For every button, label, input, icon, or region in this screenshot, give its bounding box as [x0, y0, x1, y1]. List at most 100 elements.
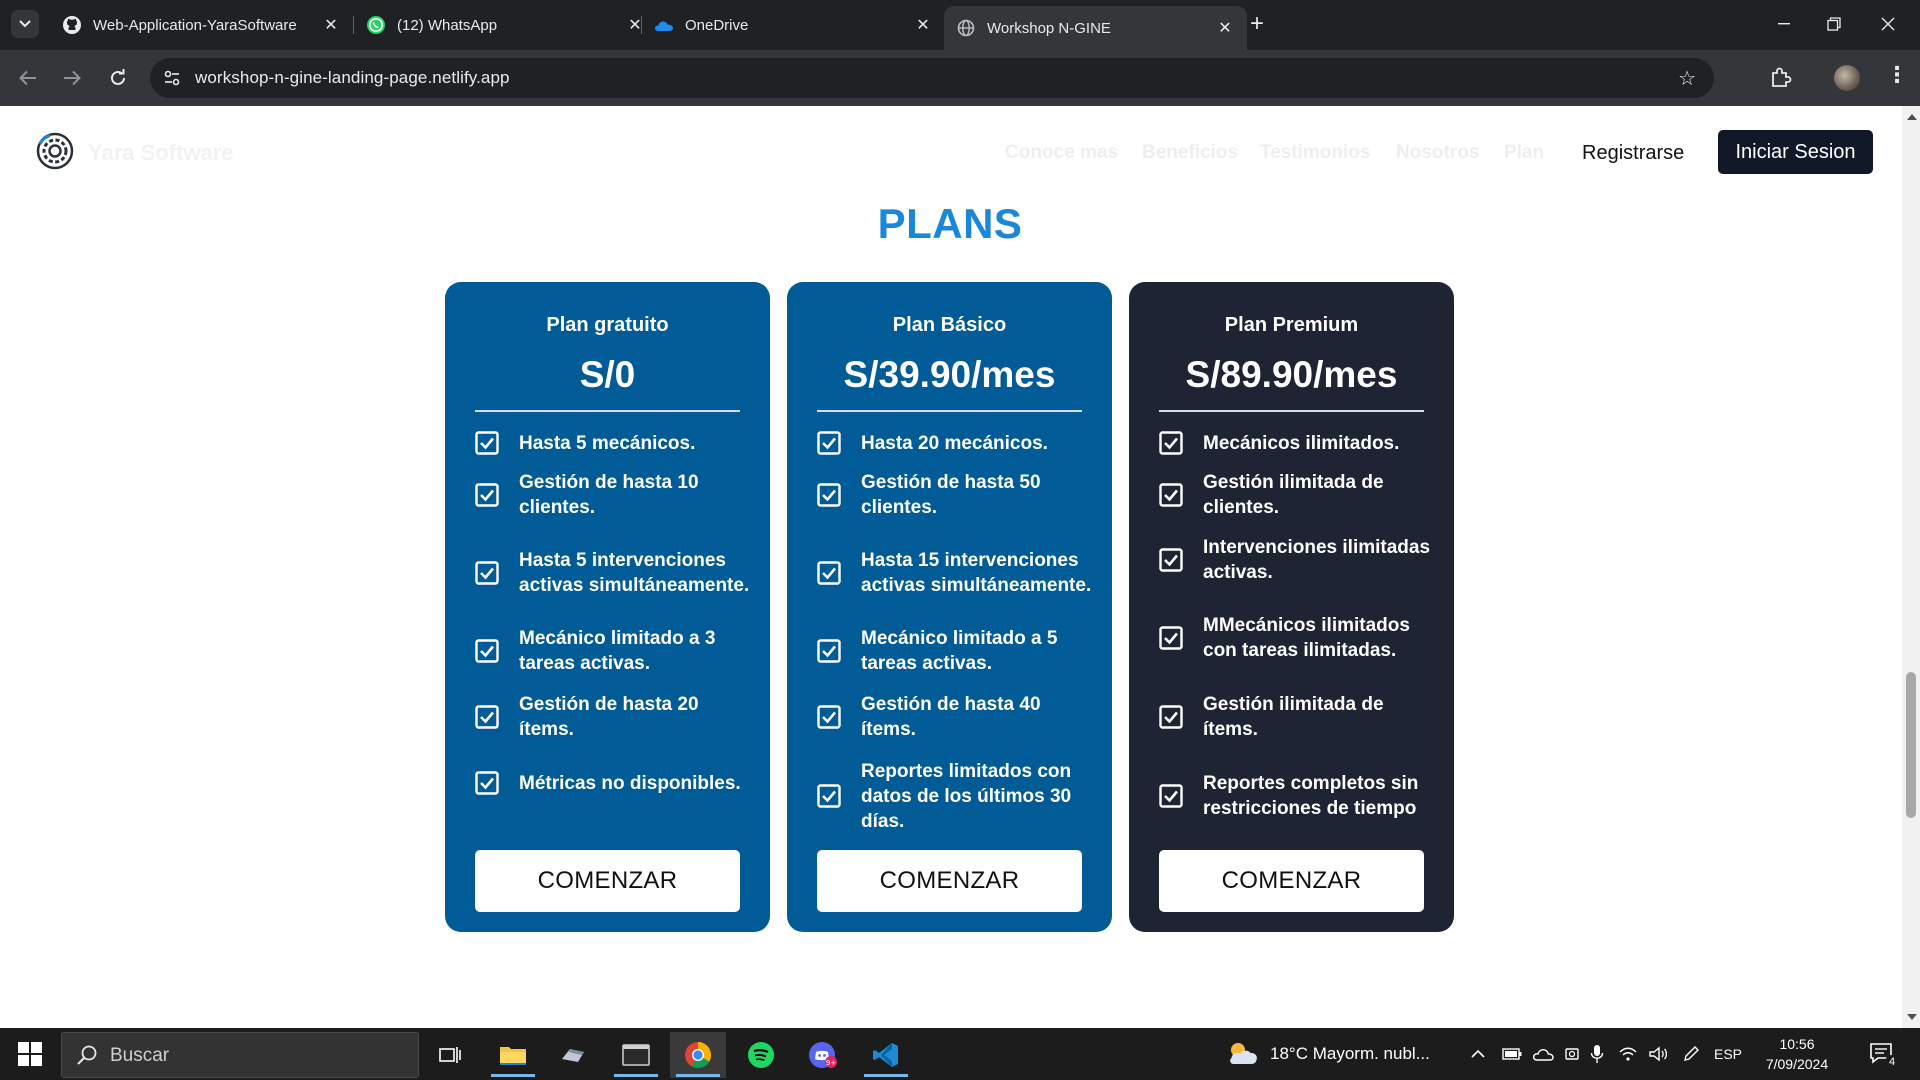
- taskbar-clock[interactable]: 10:56 7/09/2024: [1760, 1034, 1834, 1074]
- plan-card-basico: Plan Básico S/39.90/mes Hasta 20 mecánic…: [787, 282, 1112, 932]
- app-icon[interactable]: [545, 1032, 601, 1078]
- close-icon[interactable]: ✕: [1215, 18, 1235, 38]
- scroll-down-arrow-icon[interactable]: [1907, 1014, 1917, 1020]
- chrome-icon[interactable]: [670, 1032, 726, 1078]
- onedrive-tray-icon[interactable]: [1532, 1046, 1554, 1062]
- search-placeholder: Buscar: [110, 1045, 170, 1066]
- checkbox-checked-icon: [1159, 431, 1183, 455]
- volume-icon[interactable]: [1648, 1046, 1668, 1062]
- wifi-icon[interactable]: [1618, 1046, 1638, 1062]
- notification-center-button[interactable]: 4: [1869, 1042, 1899, 1069]
- nav-link-testimonios[interactable]: Testimonios: [1260, 142, 1371, 164]
- checkbox-checked-icon: [817, 639, 841, 663]
- plan-card-gratuito: Plan gratuito S/0 Hasta 5 mecánicos. Ges…: [445, 282, 770, 932]
- checkbox-checked-icon: [1159, 626, 1183, 650]
- checkbox-checked-icon: [817, 561, 841, 585]
- search-icon: [77, 1045, 97, 1065]
- reload-button[interactable]: [102, 62, 134, 94]
- scroll-up-arrow-icon[interactable]: [1907, 114, 1917, 120]
- feature-text: Hasta 5 mecánicos.: [519, 432, 696, 454]
- tab-whatsapp[interactable]: (12) WhatsApp ✕: [354, 7, 657, 43]
- minimize-button[interactable]: [1756, 0, 1812, 48]
- browser-toolbar: workshop-n-gine-landing-page.netlify.app…: [0, 50, 1920, 106]
- tab-search-button[interactable]: [11, 10, 39, 38]
- battery-icon[interactable]: [1502, 1047, 1522, 1061]
- taskbar-search-box[interactable]: Buscar: [61, 1032, 419, 1078]
- nav-link-beneficios[interactable]: Beneficios: [1142, 142, 1238, 164]
- language-indicator[interactable]: ESP: [1714, 1046, 1742, 1062]
- terminal-icon[interactable]: [608, 1032, 664, 1078]
- reload-icon: [111, 69, 125, 85]
- plan-price: S/39.90/mes: [843, 354, 1056, 395]
- close-icon[interactable]: ✕: [321, 15, 341, 35]
- windows-start-icon[interactable]: [18, 1042, 42, 1066]
- feature-item: Mecánico limitado a 3 tareas activas.: [475, 626, 752, 676]
- page-viewport: Yara Software Conoce mas Beneficios Test…: [0, 106, 1920, 1028]
- feature-text: Gestión de hasta 10 clientes.: [519, 472, 699, 518]
- discord-icon[interactable]: 9+: [795, 1032, 851, 1078]
- feature-item: Intervenciones ilimitadas activas.: [1159, 535, 1436, 585]
- plan-card-premium: Plan Premium S/89.90/mes Mecánicos ilimi…: [1129, 282, 1454, 932]
- feature-text: Reportes limitados con datos de los últi…: [861, 760, 1072, 832]
- forward-button[interactable]: [56, 62, 88, 94]
- active-indicator: [491, 1074, 535, 1077]
- comenzar-button[interactable]: COMENZAR: [817, 850, 1082, 912]
- weather-widget[interactable]: 18°C Mayorm. nubl...: [1226, 1028, 1430, 1080]
- yara-logo-icon[interactable]: [36, 132, 74, 170]
- menu-kebab-icon[interactable]: ⋮: [1886, 62, 1908, 88]
- feature-item: Gestión de hasta 10 clientes.: [475, 470, 752, 520]
- checkbox-checked-icon: [1159, 483, 1183, 507]
- nav-link-conoce-mas[interactable]: Conoce mas: [1005, 142, 1118, 164]
- tab-onedrive[interactable]: OneDrive ✕: [642, 7, 945, 43]
- chevron-up-icon[interactable]: [1470, 1048, 1486, 1060]
- scroll-thumb[interactable]: [1906, 672, 1916, 818]
- github-icon: [62, 15, 82, 35]
- close-window-button[interactable]: [1860, 0, 1916, 48]
- feature-item: Gestión de hasta 40 ítems.: [817, 692, 1094, 742]
- register-button[interactable]: Registrarse: [1582, 142, 1684, 165]
- plan-name: Plan Básico: [892, 314, 1007, 336]
- checkbox-checked-icon: [1159, 705, 1183, 729]
- feature-text: Mecánico limitado a 5 tareas activas.: [861, 628, 1058, 674]
- site-brand-name[interactable]: Yara Software: [88, 140, 234, 166]
- checkbox-checked-icon: [475, 561, 499, 585]
- close-icon[interactable]: ✕: [913, 15, 933, 35]
- feature-item: Métricas no disponibles.: [475, 758, 752, 808]
- file-explorer-icon[interactable]: [485, 1032, 541, 1078]
- checkbox-checked-icon: [475, 483, 499, 507]
- feature-item: Hasta 20 mecánicos.: [817, 428, 1094, 458]
- new-tab-button[interactable]: +: [1244, 12, 1270, 38]
- restore-button[interactable]: [1806, 0, 1862, 48]
- feature-item: Gestión ilimitada de clientes.: [1159, 470, 1436, 520]
- address-bar[interactable]: workshop-n-gine-landing-page.netlify.app…: [150, 58, 1714, 98]
- feature-item: Reportes completos sin restricciones de …: [1159, 758, 1436, 834]
- checkbox-checked-icon: [475, 431, 499, 455]
- bookmark-star-icon[interactable]: ☆: [1678, 66, 1696, 91]
- task-view-icon[interactable]: [422, 1032, 478, 1078]
- active-indicator: [614, 1074, 658, 1077]
- extensions-icon[interactable]: [1767, 64, 1795, 92]
- clock-date: 7/09/2024: [1765, 1056, 1829, 1072]
- nav-link-nosotros[interactable]: Nosotros: [1396, 142, 1479, 164]
- site-info-icon[interactable]: [162, 68, 182, 88]
- pen-icon[interactable]: [1682, 1045, 1700, 1063]
- microphone-icon[interactable]: [1590, 1044, 1604, 1064]
- divider: [475, 410, 740, 412]
- back-button[interactable]: [12, 62, 44, 94]
- nav-link-plan[interactable]: Plan: [1504, 142, 1544, 164]
- page-scrollbar[interactable]: [1902, 106, 1920, 1028]
- plan-name: Plan gratuito: [546, 314, 669, 336]
- spotify-icon[interactable]: [733, 1032, 789, 1078]
- tab-workshop-ngine[interactable]: Workshop N-GINE ✕: [944, 6, 1247, 50]
- url-text: workshop-n-gine-landing-page.netlify.app: [195, 68, 510, 87]
- login-button[interactable]: Iniciar Sesion: [1718, 130, 1873, 174]
- profile-avatar[interactable]: [1834, 65, 1860, 91]
- feature-item: Hasta 5 intervenciones activas simultáne…: [475, 535, 752, 611]
- feature-text: Gestión de hasta 20 ítems.: [519, 694, 699, 740]
- feature-text: MMecánicos ilimitados con tareas ilimita…: [1203, 615, 1410, 661]
- tab-github[interactable]: Web-Application-YaraSoftware ✕: [50, 7, 353, 43]
- comenzar-button[interactable]: COMENZAR: [1159, 850, 1424, 912]
- camera-tray-icon[interactable]: [1564, 1045, 1580, 1063]
- comenzar-button[interactable]: COMENZAR: [475, 850, 740, 912]
- vscode-icon[interactable]: [858, 1032, 914, 1078]
